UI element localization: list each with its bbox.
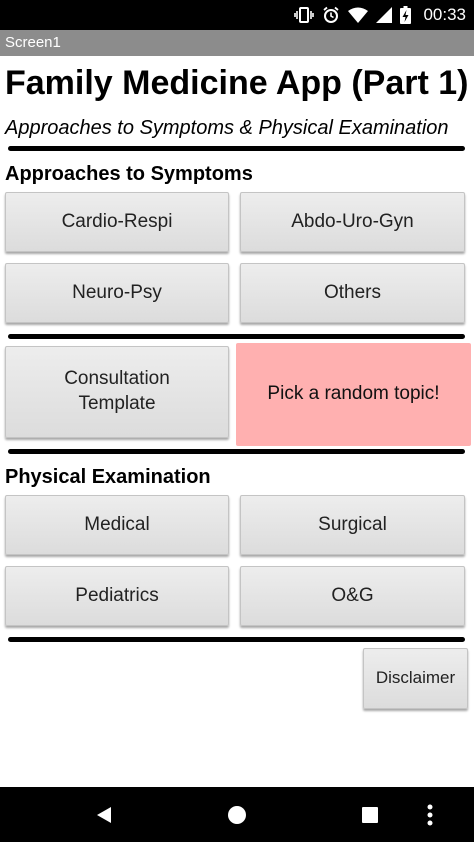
divider xyxy=(8,334,465,339)
alarm-icon xyxy=(323,6,340,23)
og-button[interactable]: O&G xyxy=(240,566,465,626)
more-options-button[interactable] xyxy=(410,787,450,842)
back-button[interactable] xyxy=(74,787,134,842)
screen-title-bar: Screen1 xyxy=(0,30,474,56)
consultation-template-button[interactable]: Consultation Template xyxy=(5,346,229,438)
navigation-bar xyxy=(0,787,474,842)
abdo-uro-gyn-button[interactable]: Abdo-Uro-Gyn xyxy=(240,192,465,252)
surgical-button[interactable]: Surgical xyxy=(240,495,465,555)
home-button[interactable] xyxy=(207,787,267,842)
battery-charging-icon xyxy=(400,6,412,24)
home-icon xyxy=(228,805,246,824)
divider xyxy=(8,449,465,454)
wifi-icon xyxy=(348,7,369,23)
neuro-psy-button[interactable]: Neuro-Psy xyxy=(5,263,229,323)
more-icon xyxy=(427,804,433,825)
back-icon xyxy=(97,806,111,823)
app-title: Family Medicine App (Part 1) xyxy=(5,64,469,102)
symptoms-section-title: Approaches to Symptoms xyxy=(5,163,253,185)
disclaimer-button[interactable]: Disclaimer xyxy=(363,648,468,709)
divider xyxy=(8,146,465,151)
medical-button[interactable]: Medical xyxy=(5,495,229,555)
vibrate-icon xyxy=(294,7,315,23)
status-bar: 00:33 xyxy=(0,0,474,30)
pediatrics-button[interactable]: Pediatrics xyxy=(5,566,229,626)
app-subtitle: Approaches to Symptoms & Physical Examin… xyxy=(5,117,449,139)
signal-icon xyxy=(376,7,393,23)
exam-section-title: Physical Examination xyxy=(5,466,211,488)
divider xyxy=(8,637,465,642)
cardio-respi-button[interactable]: Cardio-Respi xyxy=(5,192,229,252)
random-topic-button[interactable]: Pick a random topic! xyxy=(236,343,471,446)
status-icons: 00:33 xyxy=(294,0,466,30)
recents-button[interactable] xyxy=(340,787,400,842)
screen-title: Screen1 xyxy=(5,34,61,51)
status-clock: 00:33 xyxy=(423,5,466,24)
others-button[interactable]: Others xyxy=(240,263,465,323)
recents-icon xyxy=(362,806,378,823)
